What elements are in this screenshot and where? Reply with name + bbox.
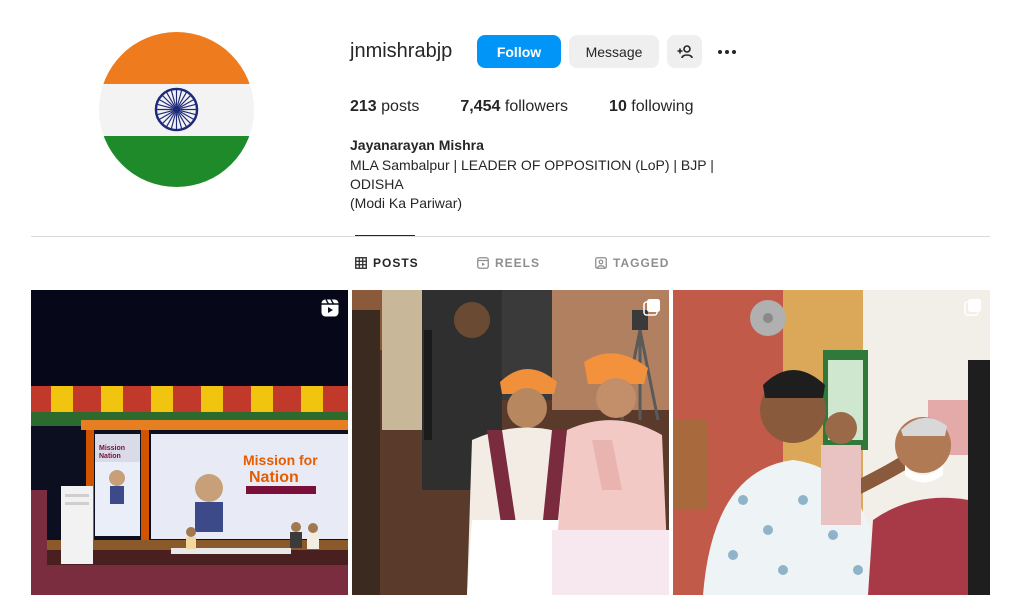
following-stat[interactable]: 10 following [609,98,694,116]
grid-icon [355,257,367,269]
carousel-icon [964,299,981,316]
suggested-users-button[interactable] [667,35,702,68]
post-thumbnail[interactable] [352,290,669,595]
post-thumbnail[interactable] [673,290,990,595]
tab-label: POSTS [373,256,419,270]
add-user-icon [677,44,693,58]
reels-icon [477,257,489,269]
banner-title: Mission for [243,452,318,468]
profile-avatar[interactable] [99,32,254,187]
followers-stat[interactable]: 7,454 followers [460,98,568,116]
tab-reels[interactable]: REELS [477,256,540,270]
bio-line: (Modi Ka Pariwar) [350,195,463,211]
profile-stats: 213 posts 7,454 followers 10 following [350,98,735,116]
full-name: Jayanarayan Mishra [350,137,484,153]
tab-tagged[interactable]: TAGGED [595,256,669,270]
reel-icon [321,299,339,317]
tagged-icon [595,257,607,269]
posts-stat[interactable]: 213 posts [350,98,419,116]
post-image [352,290,669,595]
post-image [673,290,990,595]
flag-saffron-stripe [99,32,254,84]
svg-text:Nation: Nation [249,469,299,486]
username: jnmishrabjp [350,40,453,62]
bio: MLA Sambalpur | LEADER OF OPPOSITION (Lo… [350,156,770,213]
tab-posts[interactable]: POSTS [355,256,419,270]
post-image: Mission for Nation Mission Nation [31,290,348,595]
flag-green-stripe [99,136,254,187]
bio-line: MLA Sambalpur | LEADER OF OPPOSITION (Lo… [350,157,714,192]
tab-label: TAGGED [613,256,670,270]
follow-button[interactable]: Follow [477,35,561,68]
post-thumbnail[interactable]: Mission for Nation Mission Nation [31,290,348,595]
ashoka-chakra-icon [154,87,199,132]
svg-text:Nation: Nation [99,453,121,460]
more-options-icon[interactable] [713,40,741,64]
active-tab-indicator [355,235,415,236]
svg-text:Mission: Mission [99,445,125,452]
tabs-divider [31,236,990,237]
message-button[interactable]: Message [569,35,659,68]
tab-label: REELS [495,256,541,270]
carousel-icon [643,299,660,316]
